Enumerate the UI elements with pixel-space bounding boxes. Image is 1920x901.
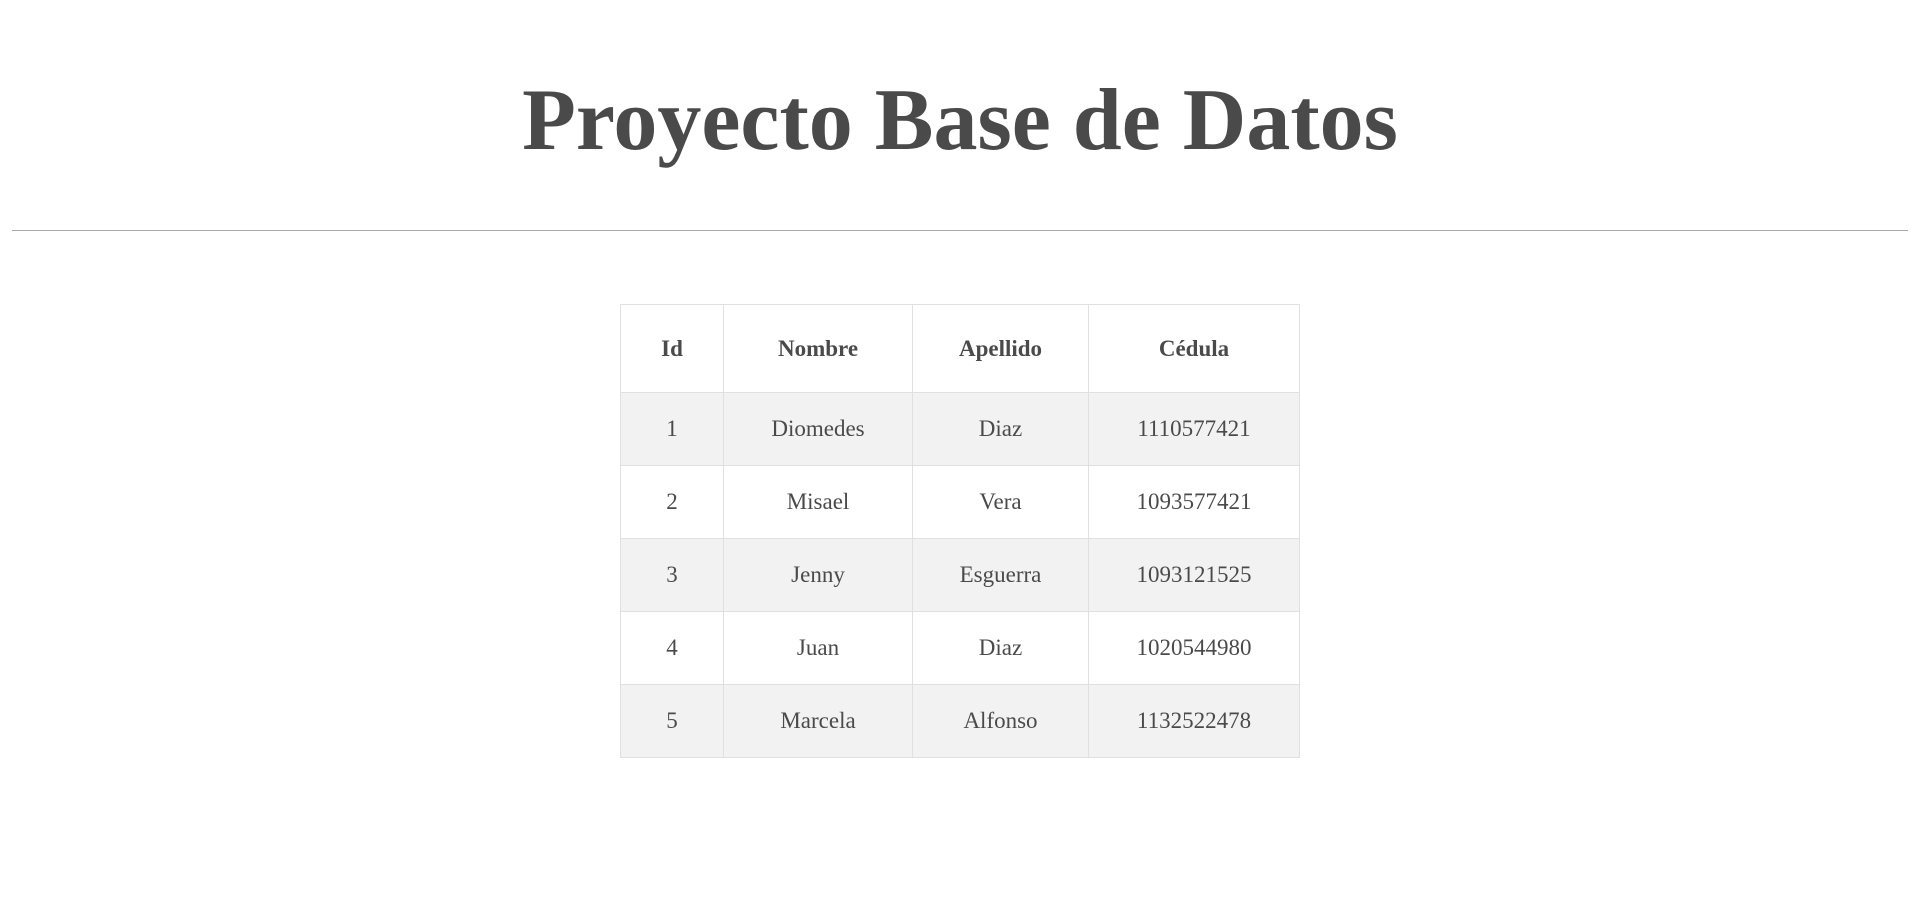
cell-apellido: Vera (912, 465, 1089, 539)
page: Proyecto Base de Datos Id Nombre Apellid… (0, 0, 1920, 901)
cell-id: 3 (620, 538, 724, 612)
table-row: 2 Misael Vera 1093577421 (620, 465, 1300, 539)
cell-apellido: Diaz (912, 611, 1089, 685)
cell-nombre: Diomedes (723, 392, 913, 466)
column-header-apellido: Apellido (912, 304, 1089, 393)
cell-cedula: 1020544980 (1088, 611, 1300, 685)
column-header-nombre: Nombre (723, 304, 913, 393)
table-row: 4 Juan Diaz 1020544980 (620, 611, 1300, 685)
cell-cedula: 1093121525 (1088, 538, 1300, 612)
page-title: Proyecto Base de Datos (522, 72, 1398, 169)
data-table: Id Nombre Apellido Cédula 1 Diomedes Dia… (620, 304, 1300, 758)
column-header-id: Id (620, 304, 724, 393)
cell-id: 1 (620, 392, 724, 466)
table-container: Id Nombre Apellido Cédula 1 Diomedes Dia… (620, 304, 1300, 758)
title-divider (12, 230, 1908, 231)
cell-nombre: Juan (723, 611, 913, 685)
cell-apellido: Esguerra (912, 538, 1089, 612)
cell-cedula: 1132522478 (1088, 684, 1300, 758)
cell-nombre: Jenny (723, 538, 913, 612)
table-body: 1 Diomedes Diaz 1110577421 2 Misael Vera… (620, 392, 1300, 758)
table-row: 5 Marcela Alfonso 1132522478 (620, 684, 1300, 758)
table-row: 3 Jenny Esguerra 1093121525 (620, 538, 1300, 612)
header-row: Id Nombre Apellido Cédula (620, 304, 1300, 393)
table-row: 1 Diomedes Diaz 1110577421 (620, 392, 1300, 466)
cell-nombre: Marcela (723, 684, 913, 758)
cell-apellido: Diaz (912, 392, 1089, 466)
column-header-cedula: Cédula (1088, 304, 1300, 393)
table-header: Id Nombre Apellido Cédula (620, 304, 1300, 393)
cell-cedula: 1093577421 (1088, 465, 1300, 539)
cell-nombre: Misael (723, 465, 913, 539)
cell-cedula: 1110577421 (1088, 392, 1300, 466)
cell-id: 2 (620, 465, 724, 539)
cell-apellido: Alfonso (912, 684, 1089, 758)
cell-id: 5 (620, 684, 724, 758)
cell-id: 4 (620, 611, 724, 685)
